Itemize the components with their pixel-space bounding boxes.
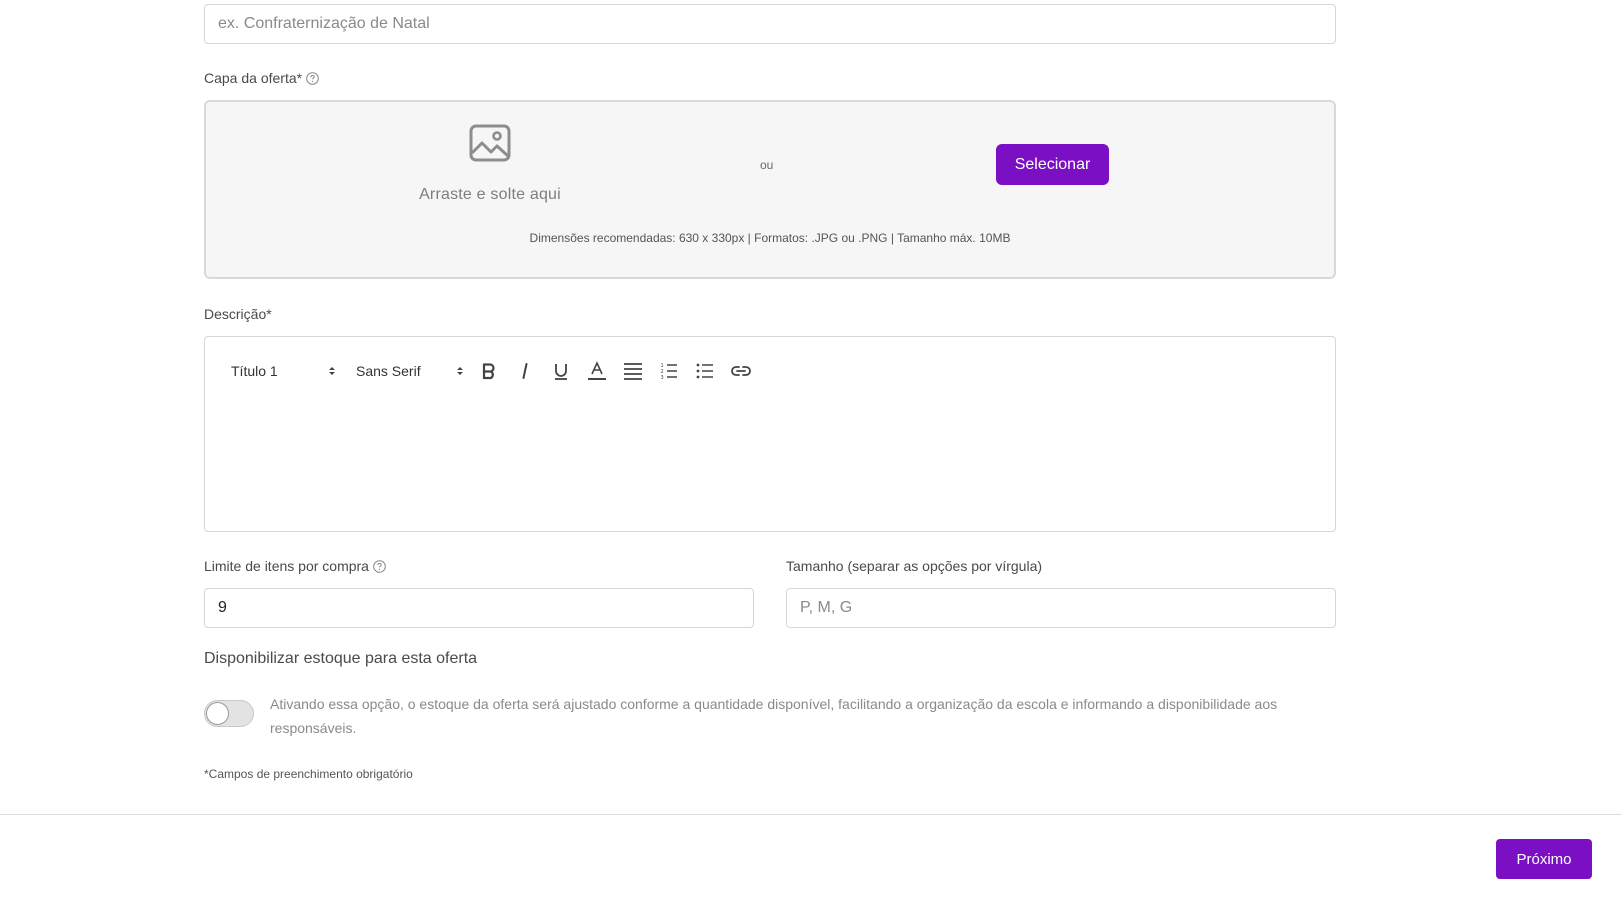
description-label: Descrição* (204, 306, 272, 322)
required-fields-note: *Campos de preenchimento obrigatório (204, 767, 413, 781)
next-button[interactable]: Próximo (1496, 839, 1592, 879)
bullet-list-icon[interactable] (692, 358, 718, 384)
stock-description: Ativando essa opção, o estoque da oferta… (270, 696, 1278, 736)
bold-icon[interactable] (476, 358, 502, 384)
italic-icon[interactable] (512, 358, 538, 384)
cover-dropzone[interactable]: Arraste e solte aqui ou Selecionar Dimen… (204, 100, 1336, 279)
link-icon[interactable] (728, 358, 754, 384)
stock-section-title: Disponibilizar estoque para esta oferta (204, 650, 478, 667)
text-color-icon[interactable] (584, 358, 610, 384)
svg-text:3: 3 (661, 375, 664, 380)
underline-icon[interactable] (548, 358, 574, 384)
limit-label-row: Limite de itens por compra (204, 558, 386, 574)
limit-label: Limite de itens por compra (204, 558, 369, 574)
help-icon[interactable] (306, 71, 319, 85)
select-file-button[interactable]: Selecionar (996, 144, 1109, 185)
font-select-value: Sans Serif (356, 363, 421, 379)
cover-label: Capa da oferta* (204, 70, 303, 86)
image-icon (469, 124, 511, 162)
editor-toolbar: Título 1 Sans Serif 123 (231, 357, 754, 385)
cover-label-row: Capa da oferta* (204, 70, 319, 86)
limit-input[interactable] (218, 589, 740, 627)
font-select[interactable]: Sans Serif (356, 357, 464, 385)
help-icon[interactable] (373, 559, 386, 573)
limit-field[interactable] (204, 588, 754, 628)
dropzone-drag-text: Arraste e solte aqui (419, 186, 561, 203)
ordered-list-icon[interactable]: 123 (656, 358, 682, 384)
select-arrows-icon (457, 367, 463, 375)
description-editor[interactable]: Título 1 Sans Serif 123 (204, 336, 1336, 532)
size-field[interactable] (786, 588, 1336, 628)
offer-name-field[interactable] (204, 4, 1336, 44)
size-input[interactable] (800, 589, 1322, 627)
dropzone-or-text: ou (760, 158, 774, 172)
stock-toggle[interactable] (204, 700, 254, 727)
size-label: Tamanho (separar as opções por vírgula) (786, 558, 1043, 574)
dropzone-hint: Dimensões recomendadas: 630 x 330px | Fo… (529, 231, 1011, 245)
toggle-knob (206, 702, 229, 725)
select-arrows-icon (329, 367, 335, 375)
heading-select-value: Título 1 (231, 363, 278, 379)
heading-select[interactable]: Título 1 (231, 357, 336, 385)
offer-name-input[interactable] (218, 5, 1322, 43)
align-icon[interactable] (620, 358, 646, 384)
footer-bar: Próximo (0, 814, 1622, 898)
